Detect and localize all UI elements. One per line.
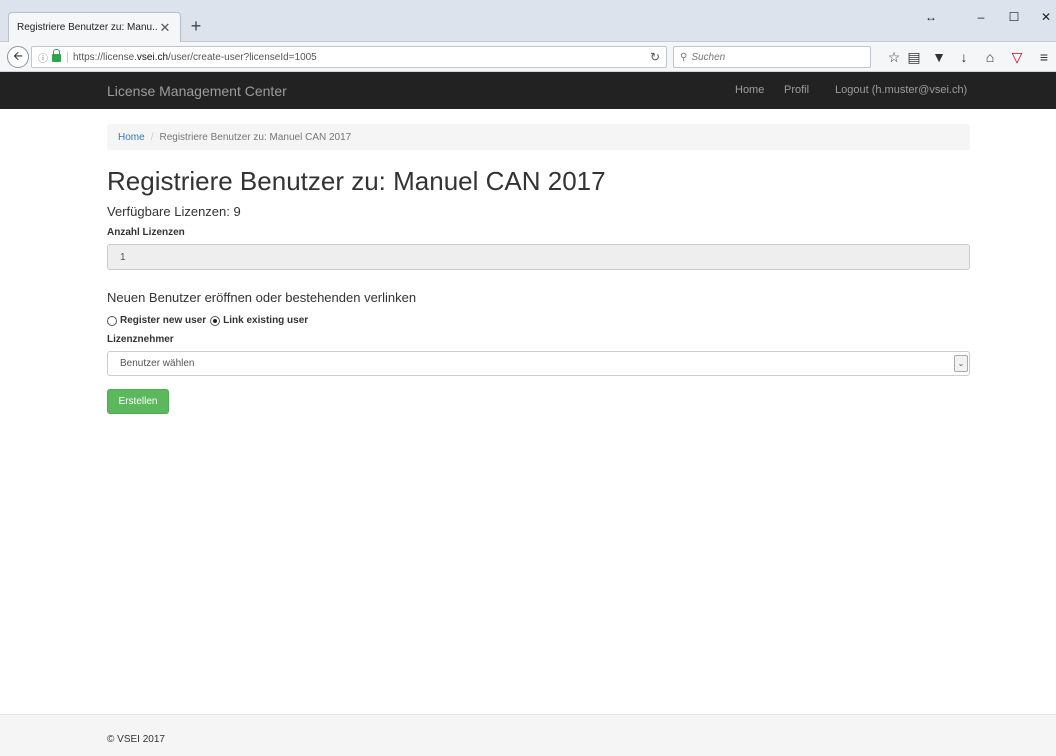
footer-copyright: © VSEI 2017: [107, 734, 165, 745]
close-window-button[interactable]: ✕: [1036, 10, 1056, 24]
browser-toolbar: 🡨 ⓘ https://license.vsei.ch/user/create-…: [0, 42, 1056, 72]
resize-icon[interactable]: ↔: [921, 10, 941, 24]
quantity-value: 1: [120, 251, 126, 263]
url-bar[interactable]: ⓘ https://license.vsei.ch/user/create-us…: [31, 46, 667, 68]
app-navbar: License Management Center Home Profil Lo…: [0, 72, 1056, 109]
breadcrumb-current: Registriere Benutzer zu: Manuel CAN 2017: [159, 131, 352, 143]
shield-icon[interactable]: ▽: [1008, 48, 1026, 66]
back-arrow-icon[interactable]: 🡨: [7, 46, 29, 68]
close-icon[interactable]: ✕: [158, 20, 172, 36]
tab-title: Registriere Benutzer zu: Manu...: [17, 22, 158, 33]
lock-icon: [52, 49, 61, 62]
user-mode-radio-group: Register new user Link existing user: [107, 315, 312, 326]
page-title: Registriere Benutzer zu: Manuel CAN 2017: [107, 166, 606, 196]
menu-icon[interactable]: ≡: [1035, 48, 1053, 66]
licensee-label: Lizenznehmer: [107, 334, 174, 345]
link-existing-user-label[interactable]: Link existing user: [223, 315, 308, 326]
search-placeholder: Suchen: [691, 51, 726, 63]
breadcrumb-separator: /: [150, 131, 154, 143]
available-licenses: Verfügbare Lizenzen: 9: [107, 204, 241, 219]
footer: © VSEI 2017: [0, 714, 1056, 756]
download-icon[interactable]: ↓: [955, 48, 973, 66]
bookmark-star-icon[interactable]: ☆: [885, 48, 903, 66]
quantity-input: 1: [107, 244, 970, 270]
nav-home[interactable]: Home: [735, 84, 764, 96]
minimize-button[interactable]: –: [971, 10, 991, 24]
info-icon[interactable]: ⓘ: [38, 50, 48, 65]
link-existing-user-radio[interactable]: [210, 315, 221, 326]
browser-tab[interactable]: Registriere Benutzer zu: Manu... ✕: [8, 12, 181, 42]
create-button[interactable]: Erstellen: [107, 389, 169, 414]
url-text: https://license.vsei.ch/user/create-user…: [67, 51, 317, 63]
register-new-user-radio[interactable]: [107, 315, 117, 326]
new-tab-button[interactable]: +: [186, 16, 206, 36]
pocket-icon[interactable]: ▼: [930, 48, 948, 66]
browser-titlebar: Registriere Benutzer zu: Manu... ✕ + ↔ –…: [0, 0, 1056, 42]
register-new-user-label[interactable]: Register new user: [120, 315, 206, 326]
brand-link[interactable]: License Management Center: [107, 83, 287, 99]
search-icon: ⚲: [680, 51, 688, 63]
nav-logout[interactable]: Logout (h.muster@vsei.ch): [835, 84, 967, 96]
nav-profile[interactable]: Profil: [784, 84, 809, 96]
licensee-select[interactable]: Benutzer wählen ⌄: [107, 351, 970, 376]
chevron-down-icon[interactable]: ⌄: [954, 355, 968, 372]
licensee-select-value: Benutzer wählen: [120, 358, 195, 369]
reading-list-icon[interactable]: ▤: [905, 48, 923, 66]
search-input[interactable]: ⚲ Suchen: [673, 46, 871, 68]
home-icon[interactable]: ⌂: [981, 48, 999, 66]
maximize-button[interactable]: ☐: [1004, 10, 1024, 24]
reload-icon[interactable]: ↻: [650, 50, 660, 64]
breadcrumb-home[interactable]: Home: [118, 132, 145, 143]
quantity-label: Anzahl Lizenzen: [107, 227, 185, 238]
breadcrumb: Home / Registriere Benutzer zu: Manuel C…: [107, 124, 970, 150]
user-section-heading: Neuen Benutzer eröffnen oder bestehenden…: [107, 290, 417, 305]
